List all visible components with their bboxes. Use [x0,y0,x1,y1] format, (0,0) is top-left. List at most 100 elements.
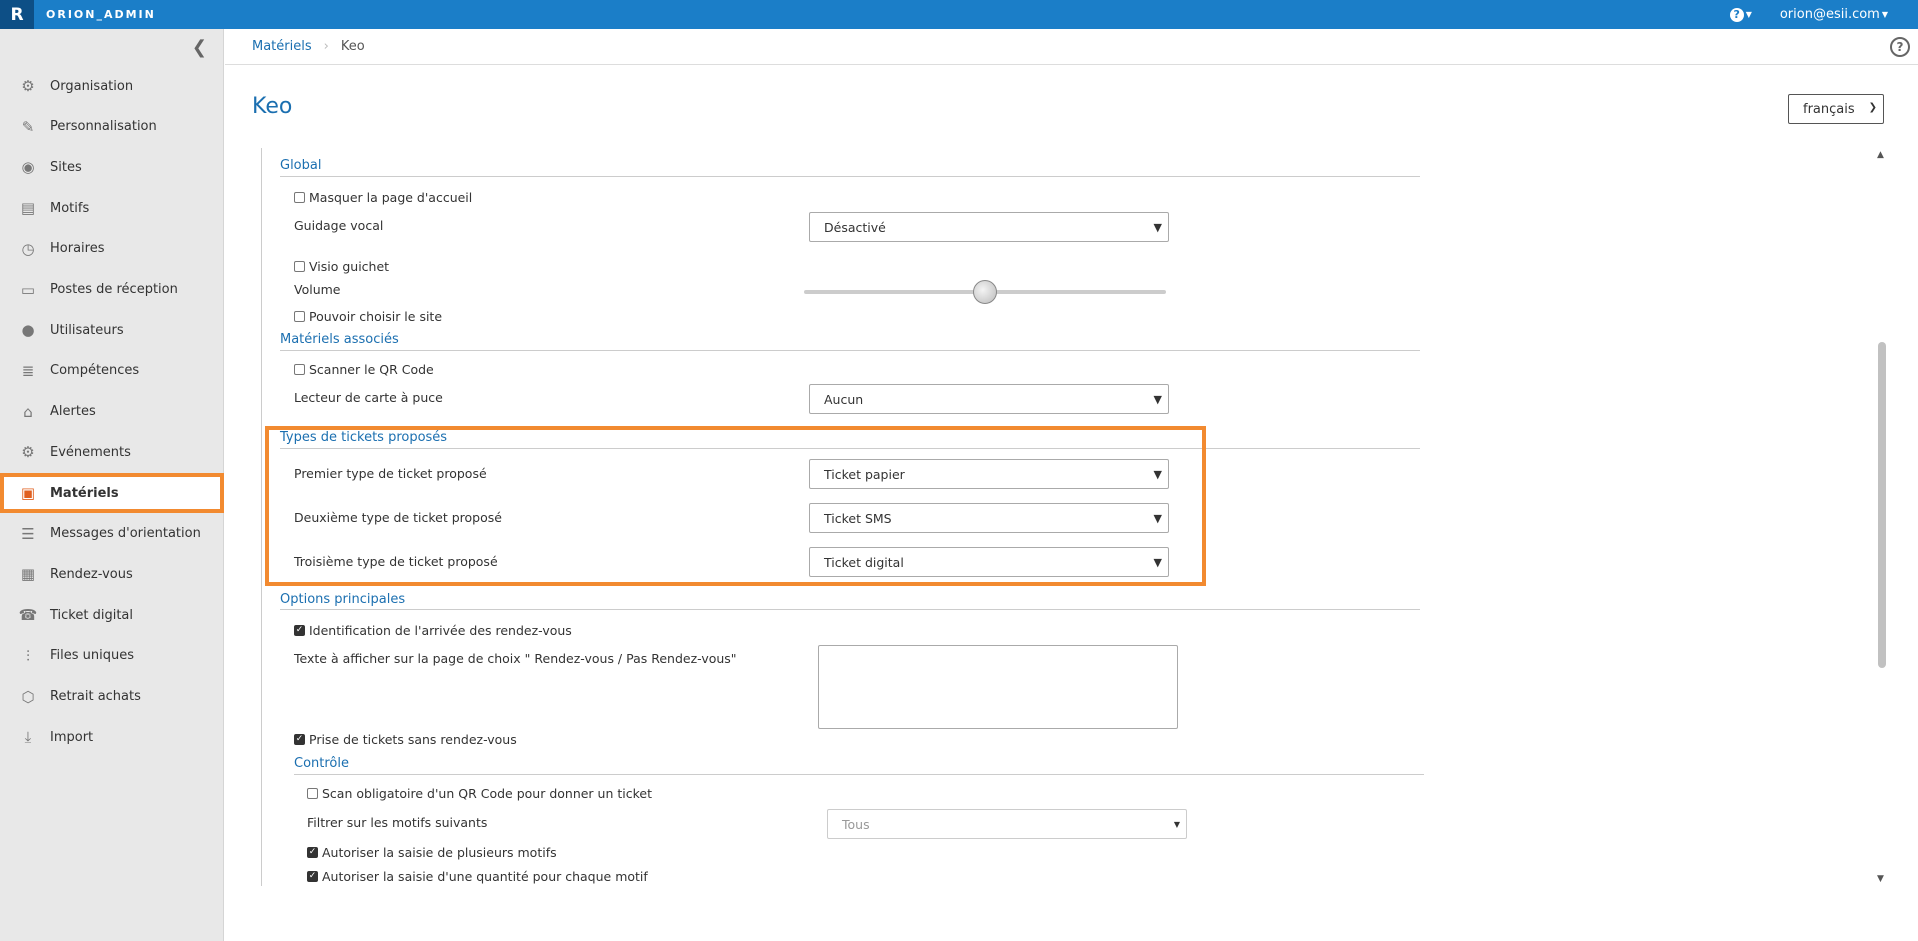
breadcrumb-parent[interactable]: Matériels [252,39,312,54]
caret-down-icon: ▼ [1745,10,1752,19]
sidebar-item-label: Postes de réception [50,282,178,297]
help-icon[interactable]: ? [1890,37,1910,57]
checkbox-box[interactable]: ✓ [307,871,318,882]
sidebar-item-14[interactable]: ☎ Ticket digital [0,595,224,635]
sidebar-header: ❮ [0,29,223,65]
form-panel: Global Masquer la page d'accueil Guidage… [261,148,1873,886]
checkbox-box[interactable] [294,192,305,203]
choose-site-checkbox[interactable]: Pouvoir choisir le site [294,309,442,324]
sidebar-item-3[interactable]: ◉ Sites [0,147,224,187]
sidebar-item-8[interactable]: ≣ Compétences [0,351,224,391]
volume-slider-thumb[interactable] [973,280,997,304]
arrival-id-checkbox[interactable]: ✓ Identification de l'arrivée des rendez… [294,623,572,638]
gear-icon: ⚙ [21,443,35,462]
checkbox-box[interactable] [294,311,305,322]
sidebar-item-5[interactable]: ◷ Horaires [0,229,224,269]
sidebar-item-2[interactable]: ✎ Personnalisation [0,107,224,147]
choice-text-input[interactable] [818,645,1178,729]
signpost-icon: ☰ [21,524,35,543]
language-select[interactable]: français ❯ [1788,94,1884,124]
visio-checkbox[interactable]: Visio guichet [294,259,389,274]
package-icon: ⬡ [21,687,35,706]
scrollbar-thumb[interactable] [1878,342,1886,668]
sidebar-item-6[interactable]: ▭ Postes de réception [0,270,224,310]
walk-in-checkbox[interactable]: ✓ Prise de tickets sans rendez-vous [294,732,517,747]
card-reader-select[interactable]: Aucun ▼ [809,384,1169,414]
sidebar-item-label: Motifs [50,200,90,216]
breadcrumb: Matériels › Keo ? [225,29,1918,65]
sidebar-item-12[interactable]: ☰ Messages d'orientation [0,514,224,554]
qr-required-checkbox[interactable]: Scan obligatoire d'un QR Code pour donne… [307,786,652,801]
card-reader-value: Aucun [824,391,864,407]
sidebar-item-1[interactable]: ⚙ Organisation [0,66,224,106]
top-bar: R ORION_ADMIN ? ▼ orion@esii.com ▼ [0,0,1918,29]
qr-scan-label: Scanner le QR Code [309,362,434,377]
sidebar-item-17[interactable]: ⤓ Import [0,717,224,757]
app-name: ORION_ADMIN [46,8,156,21]
gear-icon: ⚙ [21,77,35,95]
queue-icon: ⫶ [26,646,30,665]
chevron-down-icon: ▼ [1153,393,1162,406]
divider [280,609,1420,610]
hide-home-checkbox[interactable]: Masquer la page d'accueil [294,190,472,205]
chevron-down-icon: ❯ [1868,102,1877,113]
voice-select[interactable]: Désactivé ▼ [809,212,1169,242]
section-options-title: Options principales [280,592,406,607]
multi-motif-label: Autoriser la saisie de plusieurs motifs [322,845,557,860]
sidebar-item-10[interactable]: ⚙ Evénements [0,432,224,472]
quantity-checkbox[interactable]: ✓ Autoriser la saisie d'une quantité pou… [307,869,648,884]
checkbox-box[interactable]: ✓ [294,625,305,636]
sidebar-item-label: Rendez-vous [50,566,133,582]
brush-icon: ✎ [21,117,35,136]
choice-text-label: Texte à afficher sur la page de choix " … [294,651,737,666]
sidebar-item-7[interactable]: ● Utilisateurs [0,310,224,350]
multi-motif-checkbox[interactable]: ✓ Autoriser la saisie de plusieurs motif… [307,845,557,860]
visio-label: Visio guichet [309,259,390,274]
section-control-title: Contrôle [294,756,349,771]
voice-value: Désactivé [824,219,886,235]
chevron-left-icon[interactable]: ❮ [192,37,207,58]
clock-icon: ◷ [21,239,35,258]
sidebar-item-label: Ticket digital [50,607,133,623]
sliders-icon: ≣ [21,361,35,380]
card-reader-label: Lecteur de carte à puce [294,390,443,405]
filter-motifs-select[interactable]: Tous ▼ [827,809,1187,839]
sidebar-item-label: Alertes [50,404,96,420]
filter-motifs-label: Filtrer sur les motifs suivants [307,815,488,830]
download-icon: ⤓ [24,728,32,747]
vertical-scrollbar[interactable]: ▲ ▼ [1873,148,1889,886]
user-email: orion@esii.com [1779,7,1880,22]
qr-scan-checkbox[interactable]: Scanner le QR Code [294,362,434,377]
sidebar-item-13[interactable]: ▦ Rendez-vous [0,554,224,594]
breadcrumb-current: Keo [340,39,365,54]
sidebar-item-label: Organisation [50,78,134,94]
language-value: français [1803,101,1855,117]
checkbox-box[interactable] [294,364,305,375]
checkbox-box[interactable] [294,261,305,272]
scroll-down-icon[interactable]: ▼ [1877,874,1884,884]
brand-logo[interactable]: R [0,0,34,29]
sidebar-item-label: Messages d'orientation [50,526,201,542]
choose-site-label: Pouvoir choisir le site [309,309,443,324]
filter-motifs-value: Tous [842,816,870,832]
checkbox-box[interactable]: ✓ [294,734,305,745]
calendar-icon: ▦ [20,565,36,584]
scroll-up-icon[interactable]: ▲ [1877,150,1884,160]
qr-required-label: Scan obligatoire d'un QR Code pour donne… [322,786,652,801]
sidebar-item-9[interactable]: ⌂ Alertes [0,392,224,432]
clipboard-icon: ▤ [20,199,36,218]
sidebar-item-label: Matériels [50,485,119,501]
arrival-id-label: Identification de l'arrivée des rendez-v… [309,623,572,638]
help-menu[interactable]: ? ▼ [1729,7,1752,22]
checkbox-box[interactable] [307,788,318,799]
sidebar-item-15[interactable]: ⫶ Files uniques [0,636,224,676]
sidebar-item-16[interactable]: ⬡ Retrait achats [0,677,224,717]
sidebar-item-11[interactable]: ▣ Matériels [0,473,224,513]
tickets-highlight-frame [265,426,1206,586]
checkbox-box[interactable]: ✓ [307,847,318,858]
section-hardware-title: Matériels associés [280,332,399,347]
user-menu[interactable]: orion@esii.com ▼ [1780,7,1888,22]
voice-label: Guidage vocal [294,218,384,233]
sidebar-item-label: Retrait achats [50,689,141,704]
sidebar-item-4[interactable]: ▤ Motifs [0,188,224,228]
